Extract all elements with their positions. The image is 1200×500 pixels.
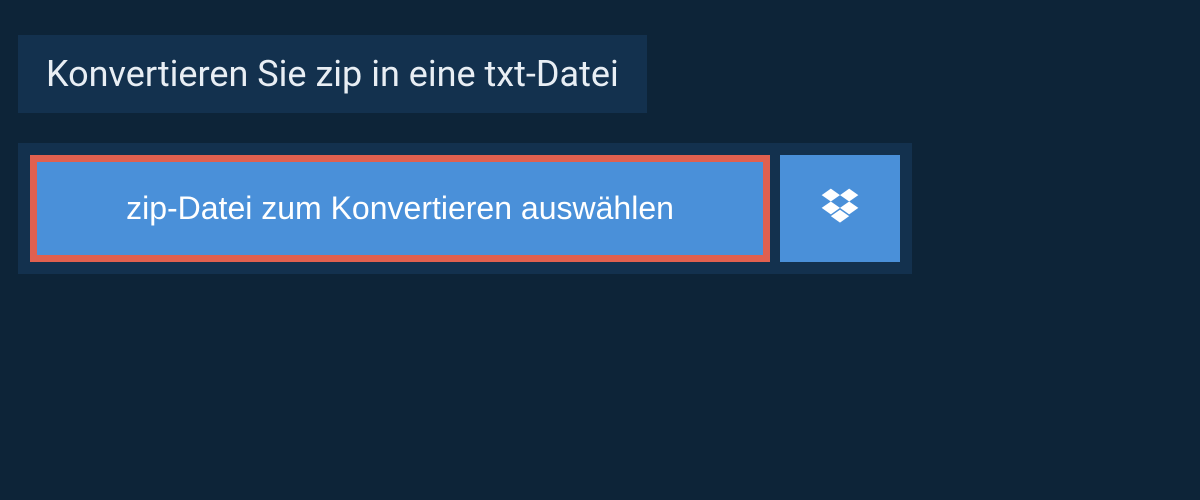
page-title: Konvertieren Sie zip in eine txt-Datei xyxy=(18,35,647,113)
dropbox-icon xyxy=(818,185,862,232)
select-file-label: zip-Datei zum Konvertieren auswählen xyxy=(126,190,674,227)
upload-panel: zip-Datei zum Konvertieren auswählen xyxy=(18,143,912,274)
dropbox-button[interactable] xyxy=(780,155,900,262)
select-file-button[interactable]: zip-Datei zum Konvertieren auswählen xyxy=(30,155,770,262)
